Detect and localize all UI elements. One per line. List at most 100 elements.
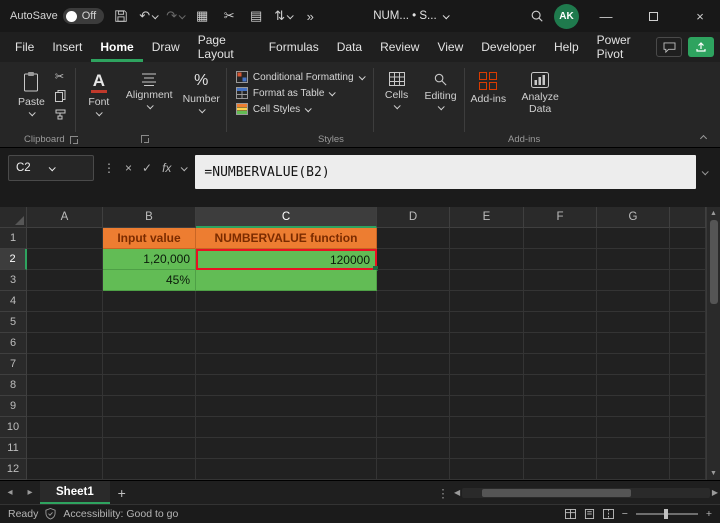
cell-G3[interactable] bbox=[597, 270, 670, 291]
row-header-9[interactable]: 9 bbox=[0, 396, 27, 417]
minimize-button[interactable]: — bbox=[586, 0, 626, 32]
conditional-formatting-button[interactable]: Conditional Formatting bbox=[235, 71, 366, 83]
scroll-up-icon[interactable]: ▲ bbox=[710, 210, 717, 217]
normal-view-icon[interactable] bbox=[564, 509, 576, 519]
font-group-button[interactable]: A Font bbox=[77, 67, 121, 131]
scroll-down-icon[interactable]: ▼ bbox=[710, 470, 717, 477]
insert-function-icon[interactable]: fx bbox=[162, 161, 171, 175]
paste-button[interactable]: Paste bbox=[11, 68, 52, 119]
cell-C9[interactable] bbox=[196, 396, 377, 417]
menu-tab-home[interactable]: Home bbox=[91, 32, 142, 62]
cut-icon[interactable]: ✂ bbox=[55, 72, 66, 83]
cell-F6[interactable] bbox=[524, 333, 597, 354]
save-icon[interactable] bbox=[111, 9, 131, 23]
cell-E12[interactable] bbox=[450, 459, 524, 480]
page-layout-view-icon[interactable] bbox=[584, 509, 595, 519]
cell-A1[interactable] bbox=[27, 228, 103, 249]
cell-B5[interactable] bbox=[103, 312, 196, 333]
zoom-slider-thumb[interactable] bbox=[663, 509, 668, 519]
cell-C10[interactable] bbox=[196, 417, 377, 438]
enter-icon[interactable]: ✓ bbox=[142, 161, 152, 175]
cell-B1[interactable]: Input value bbox=[103, 228, 196, 249]
horizontal-scrollbar-track[interactable] bbox=[462, 487, 710, 498]
menu-tab-draw[interactable]: Draw bbox=[143, 32, 189, 62]
cell-G1[interactable] bbox=[597, 228, 670, 249]
cell-F11[interactable] bbox=[524, 438, 597, 459]
row-header-6[interactable]: 6 bbox=[0, 333, 27, 354]
cell-G4[interactable] bbox=[597, 291, 670, 312]
horizontal-scrollbar[interactable]: ◀ ▶ bbox=[452, 481, 720, 504]
cell-F7[interactable] bbox=[524, 354, 597, 375]
horizontal-scrollbar-thumb[interactable] bbox=[481, 488, 631, 497]
cell-D8[interactable] bbox=[377, 375, 450, 396]
cell-A8[interactable] bbox=[27, 375, 103, 396]
cell-D11[interactable] bbox=[377, 438, 450, 459]
cell-F8[interactable] bbox=[524, 375, 597, 396]
copy-icon[interactable] bbox=[54, 90, 66, 102]
name-box[interactable]: C2 bbox=[8, 155, 94, 181]
comments-button[interactable] bbox=[656, 37, 682, 57]
menu-tab-insert[interactable]: Insert bbox=[43, 32, 91, 62]
cell-D1[interactable] bbox=[377, 228, 450, 249]
row-header-11[interactable]: 11 bbox=[0, 438, 27, 459]
vertical-scrollbar-thumb[interactable] bbox=[709, 220, 718, 304]
row-header-5[interactable]: 5 bbox=[0, 312, 27, 333]
scroll-left-icon[interactable]: ◀ bbox=[454, 488, 460, 497]
document-title[interactable]: NUM... • S... bbox=[373, 10, 450, 22]
cell-B9[interactable] bbox=[103, 396, 196, 417]
page-break-view-icon[interactable] bbox=[602, 509, 614, 519]
cell-E11[interactable] bbox=[450, 438, 524, 459]
cell-E6[interactable] bbox=[450, 333, 524, 354]
column-header-e[interactable]: E bbox=[450, 207, 524, 228]
analyze-data-button[interactable]: Analyze Data bbox=[511, 67, 569, 131]
sheet-tab-sheet1[interactable]: Sheet1 bbox=[40, 481, 110, 504]
cell-A6[interactable] bbox=[27, 333, 103, 354]
cell-G9[interactable] bbox=[597, 396, 670, 417]
cell-D3[interactable] bbox=[377, 270, 450, 291]
menu-tab-file[interactable]: File bbox=[6, 32, 43, 62]
zoom-out-icon[interactable]: − bbox=[622, 508, 628, 520]
cell-C4[interactable] bbox=[196, 291, 377, 312]
cell-B11[interactable] bbox=[103, 438, 196, 459]
cell-G10[interactable] bbox=[597, 417, 670, 438]
cell-G12[interactable] bbox=[597, 459, 670, 480]
column-header-d[interactable]: D bbox=[377, 207, 450, 228]
add-sheet-button[interactable]: + bbox=[110, 481, 134, 504]
cell-F3[interactable] bbox=[524, 270, 597, 291]
cell-F12[interactable] bbox=[524, 459, 597, 480]
cells-group-button[interactable]: Cells bbox=[375, 67, 419, 131]
zoom-in-icon[interactable]: + bbox=[706, 508, 712, 520]
more-commands-icon[interactable]: » bbox=[300, 9, 320, 24]
cell-A9[interactable] bbox=[27, 396, 103, 417]
vertical-scrollbar[interactable]: ▲ ▼ bbox=[706, 207, 720, 480]
column-header-g[interactable]: G bbox=[597, 207, 670, 228]
cell-E2[interactable] bbox=[450, 249, 524, 270]
cell-B2[interactable]: 1,20,000 bbox=[103, 249, 196, 270]
cell-A4[interactable] bbox=[27, 291, 103, 312]
row-header-10[interactable]: 10 bbox=[0, 417, 27, 438]
cell-A7[interactable] bbox=[27, 354, 103, 375]
row-header-12[interactable]: 12 bbox=[0, 459, 27, 480]
cell-G2[interactable] bbox=[597, 249, 670, 270]
cell-C11[interactable] bbox=[196, 438, 377, 459]
cell-B6[interactable] bbox=[103, 333, 196, 354]
cell-B8[interactable] bbox=[103, 375, 196, 396]
cell-E8[interactable] bbox=[450, 375, 524, 396]
cell-G5[interactable] bbox=[597, 312, 670, 333]
menu-tab-page-layout[interactable]: Page Layout bbox=[189, 32, 260, 62]
sheetbar-ellipsis-icon[interactable]: ⋮ bbox=[434, 481, 452, 504]
cell-E1[interactable] bbox=[450, 228, 524, 249]
format-painter-icon[interactable] bbox=[55, 109, 66, 120]
addins-button[interactable]: Add-ins bbox=[466, 67, 512, 131]
cell-styles-button[interactable]: Cell Styles bbox=[235, 103, 312, 115]
close-button[interactable]: × bbox=[680, 0, 720, 32]
avatar[interactable]: AK bbox=[554, 3, 579, 29]
menu-tab-developer[interactable]: Developer bbox=[472, 32, 545, 62]
formula-bar-expand[interactable] bbox=[696, 155, 712, 189]
cell-G8[interactable] bbox=[597, 375, 670, 396]
menu-tab-review[interactable]: Review bbox=[371, 32, 428, 62]
sort-icon[interactable]: ⇅ bbox=[273, 8, 294, 24]
share-button[interactable] bbox=[688, 37, 714, 57]
menu-tab-data[interactable]: Data bbox=[328, 32, 371, 62]
cell-C2[interactable]: 120000 bbox=[196, 249, 378, 271]
